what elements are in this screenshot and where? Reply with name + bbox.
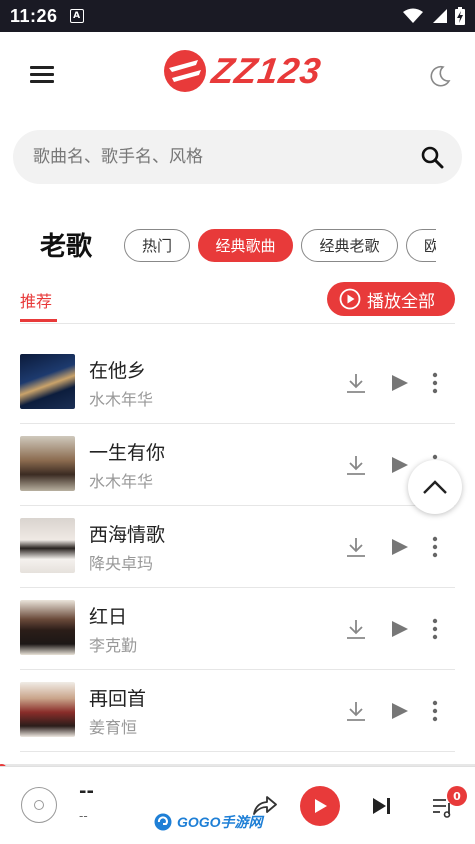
song-artist: 水木年华: [89, 390, 154, 409]
now-playing-title: --: [79, 781, 94, 802]
search-icon[interactable]: [420, 145, 444, 169]
song-row[interactable]: 在他乡 水木年华: [0, 342, 475, 424]
back-to-top-button[interactable]: [408, 460, 462, 514]
play-icon[interactable]: [391, 538, 409, 556]
more-options-icon[interactable]: [431, 618, 439, 640]
share-icon[interactable]: [252, 794, 278, 816]
mini-player: -- -- GOGO手游网 0: [0, 766, 475, 844]
play-icon[interactable]: [391, 456, 409, 474]
song-title: 西海情歌: [89, 524, 166, 546]
divider: [20, 323, 455, 324]
tab-recommend[interactable]: 推荐: [20, 288, 52, 312]
song-row[interactable]: 西海情歌 降央卓玛: [0, 506, 475, 588]
divider: [20, 751, 455, 752]
download-icon[interactable]: [345, 618, 367, 640]
album-cover: [20, 682, 75, 737]
logo-icon: [164, 50, 206, 92]
song-artist: 降央卓玛: [89, 554, 154, 573]
song-title: 一生有你: [89, 442, 166, 464]
search-input[interactable]: [33, 147, 420, 167]
wifi-icon: [403, 8, 423, 23]
album-cover: [20, 436, 75, 491]
download-icon[interactable]: [345, 700, 367, 722]
chip-hot[interactable]: 热门: [124, 229, 190, 262]
album-cover: [20, 518, 75, 573]
gogo-logo-icon: [154, 813, 172, 831]
play-all-label: 播放全部: [367, 291, 435, 312]
play-icon[interactable]: [391, 374, 409, 392]
disc-icon[interactable]: [21, 787, 57, 823]
app-logo: ZZ123: [162, 48, 324, 94]
chip-classic-songs[interactable]: 经典歌曲: [198, 229, 293, 262]
album-cover: [20, 354, 75, 409]
battery-icon: [455, 7, 465, 25]
category-title: 老歌: [40, 232, 93, 262]
status-bar: 11:26 A: [0, 0, 475, 32]
next-track-icon[interactable]: [372, 797, 392, 815]
chip-classic-oldies[interactable]: 经典老歌: [301, 229, 398, 262]
play-icon[interactable]: [391, 702, 409, 720]
more-options-icon[interactable]: [431, 372, 439, 394]
song-title: 在他乡: [89, 360, 147, 382]
tab-indicator: [20, 319, 57, 322]
status-time: 11:26: [10, 5, 58, 26]
more-options-icon[interactable]: [431, 700, 439, 722]
watermark-text: GOGO手游网: [177, 814, 263, 830]
search-bar[interactable]: [13, 130, 462, 184]
song-row[interactable]: 再回首 姜育恒: [0, 670, 475, 752]
now-playing-artist: --: [79, 809, 88, 823]
chevron-up-icon: [423, 480, 447, 494]
play-icon: [315, 799, 327, 813]
song-title: 再回首: [89, 688, 147, 710]
more-options-icon[interactable]: [431, 536, 439, 558]
song-row[interactable]: 红日 李克勤: [0, 588, 475, 670]
dark-mode-icon[interactable]: [428, 64, 452, 88]
play-button[interactable]: [300, 786, 340, 826]
logo-wordmark: ZZ123: [209, 50, 324, 91]
app-bar: ZZ123: [0, 32, 475, 118]
tab-bar: 推荐 播放全部: [0, 282, 475, 324]
notification-icon: A: [69, 9, 84, 23]
chip-western[interactable]: 欧: [406, 229, 436, 262]
play-circle-icon: [339, 288, 361, 310]
album-cover: [20, 600, 75, 655]
song-artist: 姜育恒: [89, 718, 138, 737]
play-icon[interactable]: [391, 620, 409, 638]
category-row: 老歌 热门 经典歌曲 经典老歌 欧: [0, 226, 475, 266]
watermark-logo: GOGO手游网: [153, 812, 263, 832]
menu-icon: [30, 66, 54, 69]
song-row[interactable]: 一生有你 水木年华: [0, 424, 475, 506]
queue-count-badge: 0: [447, 786, 467, 806]
download-icon[interactable]: [345, 454, 367, 476]
song-title: 红日: [89, 606, 128, 628]
menu-button[interactable]: [30, 66, 54, 86]
song-artist: 李克勤: [89, 636, 138, 655]
download-icon[interactable]: [345, 372, 367, 394]
signal-icon: [433, 9, 447, 23]
play-all-button[interactable]: 播放全部: [327, 282, 455, 316]
song-artist: 水木年华: [89, 472, 154, 491]
download-icon[interactable]: [345, 536, 367, 558]
